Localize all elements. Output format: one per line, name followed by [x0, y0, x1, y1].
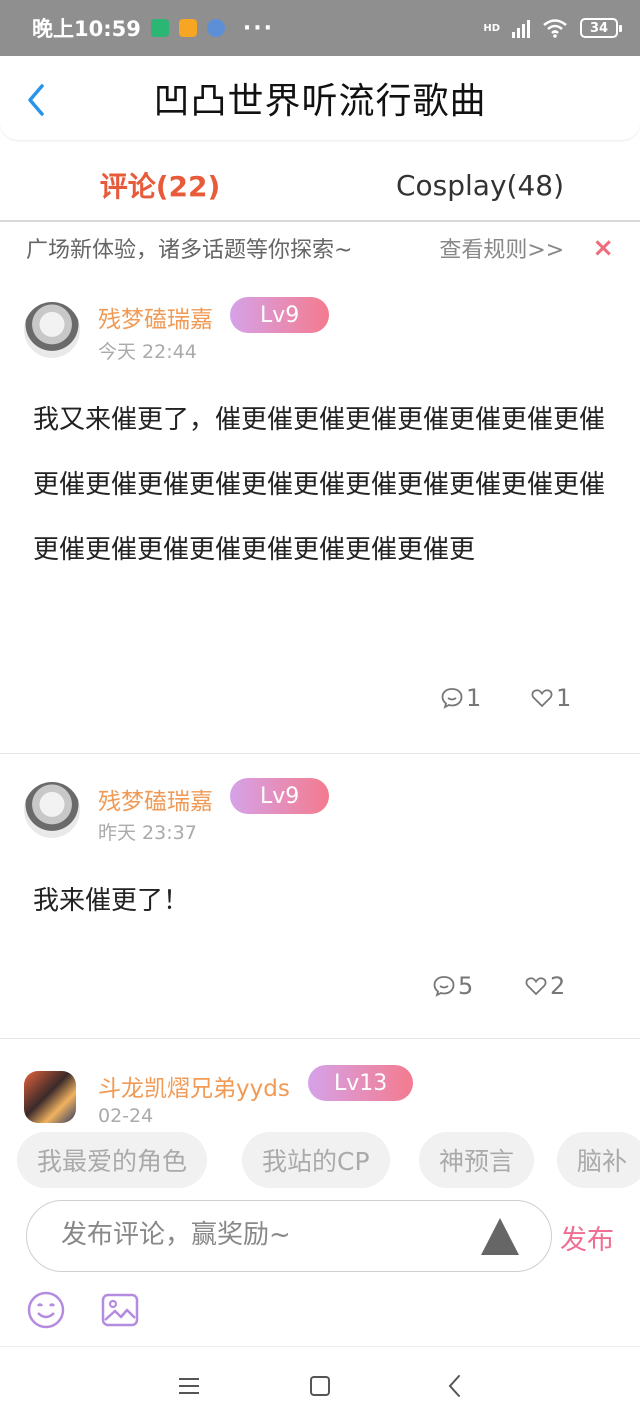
tab-comments[interactable]: 评论(22) [0, 150, 320, 220]
avatar[interactable] [24, 1071, 76, 1123]
comment-time: 02-24 [98, 1105, 154, 1124]
topic-tag-strip: 我最爱的角色 我站的CP 神预言 脑补 [0, 1124, 640, 1200]
home-square-icon[interactable] [305, 1371, 335, 1401]
like-button[interactable]: 1 [530, 684, 571, 712]
like-button[interactable]: 2 [524, 972, 565, 1000]
topic-chip[interactable]: 神预言 [419, 1132, 535, 1188]
topic-chip[interactable]: 我站的CP [242, 1132, 390, 1188]
comment-item: 残梦磕瑞嘉 Lv9 今天 22:44 我又来催更了，催更催更催更催更催更催更催更… [0, 280, 640, 752]
comment-input[interactable] [59, 1215, 459, 1255]
security-app-icon [150, 19, 169, 37]
close-icon[interactable]: × [592, 233, 614, 263]
level-badge: Lv13 [308, 1065, 414, 1101]
comment-item: 斗龙凯熠兄弟yyds Lv13 02-24 [0, 1039, 640, 1124]
image-icon[interactable] [100, 1290, 140, 1330]
notice-text: 广场新体验，诸多话题等你探索~ [26, 238, 353, 263]
level-badge: Lv9 [230, 297, 330, 333]
comment-time: 昨天 23:37 [98, 822, 197, 844]
heart-icon [525, 977, 547, 996]
comment-item: 残梦磕瑞嘉 Lv9 昨天 23:37 我来催更了！ 5 2 [0, 754, 640, 1038]
comment-username[interactable]: 残梦磕瑞嘉 [98, 300, 213, 334]
reply-count: 5 [458, 972, 474, 1000]
back-icon[interactable] [440, 1371, 470, 1401]
topic-chip[interactable]: 我最爱的角色 [17, 1132, 208, 1188]
chevron-left-icon[interactable] [22, 82, 52, 118]
notice-banner: 广场新体验，诸多话题等你探索~ 查看规则>> × [0, 222, 640, 274]
reply-button[interactable]: 5 [432, 972, 473, 1000]
tab-bar: 评论(22) Cosplay(48) [0, 150, 640, 220]
reply-count: 1 [466, 684, 482, 712]
signal-icon [512, 18, 530, 38]
view-rules-link[interactable]: 查看规则>> [439, 232, 564, 264]
page-title: 凹凸世界听流行歌曲 [153, 81, 487, 122]
comment-composer [26, 1200, 552, 1272]
page-header: 凹凸世界听流行歌曲 [0, 56, 640, 140]
battery-level: 34 [589, 20, 609, 36]
status-bar: 晚上10:59 ··· HD 34 [0, 0, 640, 56]
avatar[interactable] [24, 302, 80, 358]
tab-cosplay[interactable]: Cosplay(48) [320, 150, 640, 220]
heart-icon [531, 689, 553, 708]
comment-bubble-icon [441, 688, 463, 709]
like-count: 2 [550, 972, 566, 1000]
comment-bubble-icon [433, 976, 455, 997]
avatar[interactable] [24, 782, 80, 838]
battery-icon: 34 [580, 18, 622, 38]
reply-button[interactable]: 1 [440, 684, 481, 712]
comment-text: 我来催更了！ [33, 886, 190, 916]
topic-chip[interactable]: 脑补 [557, 1132, 640, 1188]
settings-app-icon [206, 19, 225, 37]
hd-label: HD [483, 22, 500, 34]
triangle-send-icon[interactable] [479, 1215, 521, 1257]
menu-icon[interactable] [174, 1371, 204, 1401]
publish-button[interactable]: 发布 [560, 1218, 614, 1257]
more-notifications-icon: ··· [242, 15, 274, 41]
comment-username[interactable]: 斗龙凯熠兄弟yyds [98, 1069, 290, 1103]
level-badge: Lv9 [230, 778, 330, 814]
status-time: 晚上10:59 [32, 17, 141, 41]
comment-username[interactable]: 残梦磕瑞嘉 [98, 782, 213, 816]
like-count: 1 [556, 684, 572, 712]
emoji-icon[interactable] [26, 1290, 66, 1330]
comment-time: 今天 22:44 [98, 341, 197, 363]
wifi-icon [543, 19, 567, 38]
comment-text: 我又来催更了，催更催更催更催更催更催更催更催更催更催更催更催更催更催更催更催更催… [33, 405, 606, 565]
system-navigation-bar [0, 1346, 640, 1422]
notes-app-icon [178, 19, 197, 37]
